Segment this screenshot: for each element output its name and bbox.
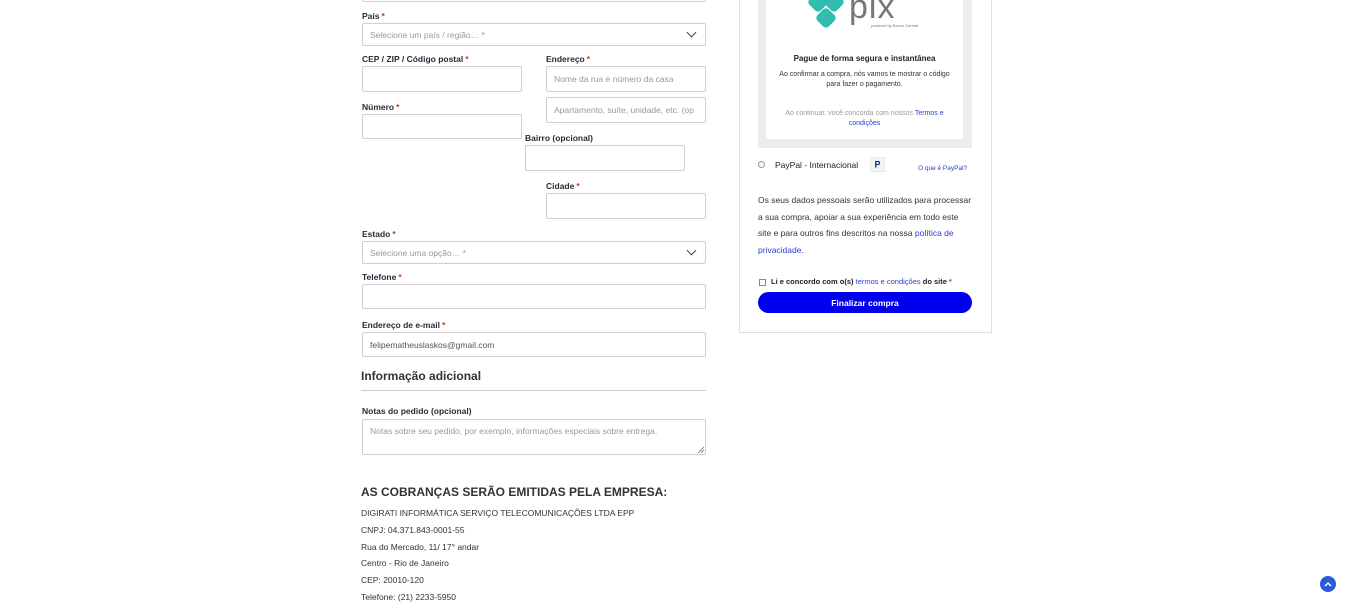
- additional-info-title: Informação adicional: [361, 369, 482, 383]
- estado-select[interactable]: Selecione uma opção… *: [362, 241, 706, 264]
- company-city: Centro - Rio de Janeiro: [361, 558, 449, 568]
- terms-link[interactable]: termos e condições: [856, 277, 921, 286]
- cidade-label: Cidade *: [546, 181, 580, 191]
- bairro-input[interactable]: [525, 145, 685, 171]
- pais-placeholder: Selecione um país / região… *: [370, 29, 485, 40]
- email-input[interactable]: felipematheuslaskos@gmail.com: [362, 332, 706, 357]
- paypal-logo-icon: P: [870, 157, 885, 172]
- previous-field[interactable]: [362, 0, 706, 2]
- pix-desc: Ao confirmar a compra, nós vamos te most…: [779, 71, 950, 88]
- resize-handle-icon[interactable]: [697, 446, 705, 454]
- cidade-input[interactable]: [546, 193, 706, 219]
- section-divider: [361, 390, 706, 391]
- endereco-complemento-input[interactable]: Apartamento, suíte, unidade, etc. (op: [546, 97, 706, 123]
- paypal-label[interactable]: PayPal - Internacional: [775, 160, 858, 170]
- pix-logo-sub: powered by Banco Central: [871, 23, 919, 28]
- telefone-input[interactable]: [362, 284, 706, 309]
- terms-checkbox[interactable]: [759, 279, 766, 286]
- estado-label: Estado *: [362, 229, 396, 239]
- company-cnpj: CNPJ: 04.371.843-0001-55: [361, 525, 465, 535]
- company-name: DIGIRATI INFORMÁTICA SERVIÇO TELECOMUNIC…: [361, 508, 635, 518]
- notes-textarea[interactable]: Notas sobre seu pedido, por exemplo, inf…: [362, 419, 706, 455]
- numero-label: Número *: [362, 102, 400, 112]
- chevron-down-icon: [686, 27, 697, 38]
- pais-label: País *: [362, 11, 385, 21]
- pix-terms: Ao continuar, você concorda com nossos T…: [785, 110, 944, 127]
- privacy-text: Os seus dados pessoais serão utilizados …: [758, 195, 972, 255]
- bairro-label: Bairro (opcional): [525, 133, 594, 143]
- pix-logo-icon: [808, 0, 844, 28]
- company-title: AS COBRANÇAS SERÃO EMITIDAS PELA EMPRESA…: [361, 485, 668, 499]
- notes-label: Notas do pedido (opcional): [362, 406, 472, 416]
- numero-input[interactable]: [362, 114, 522, 139]
- pix-title: Pague de forma segura e instantânea: [793, 54, 936, 63]
- cep-input[interactable]: [362, 66, 522, 92]
- company-phone: Telefone: (21) 2233-5950: [361, 592, 456, 602]
- telefone-label: Telefone *: [362, 272, 402, 282]
- svg-text:P: P: [875, 160, 881, 170]
- company-cep: CEP: 20010-120: [361, 575, 424, 585]
- chevron-down-icon: [686, 245, 697, 256]
- place-order-button[interactable]: Finalizar compra: [758, 292, 972, 313]
- terms-agree-label: Li e concordo com o(s) termos e condiçõe…: [771, 277, 952, 286]
- email-label: Endereço de e-mail *: [362, 320, 446, 330]
- what-is-paypal-link[interactable]: O que é PayPal?: [918, 165, 967, 172]
- cep-label: CEP / ZIP / Código postal *: [362, 54, 469, 64]
- estado-placeholder: Selecione uma opção… *: [370, 247, 466, 258]
- scroll-to-top-button[interactable]: [1320, 576, 1336, 592]
- company-street: Rua do Mercado, 11/ 17° andar: [361, 542, 480, 552]
- pais-select[interactable]: Selecione um país / região… *: [362, 23, 706, 46]
- paypal-radio[interactable]: [758, 161, 765, 168]
- endereco-input[interactable]: Nome da rua e número da casa: [546, 66, 706, 92]
- chevron-up-icon: [1324, 581, 1332, 587]
- endereco-label: Endereço *: [546, 54, 591, 64]
